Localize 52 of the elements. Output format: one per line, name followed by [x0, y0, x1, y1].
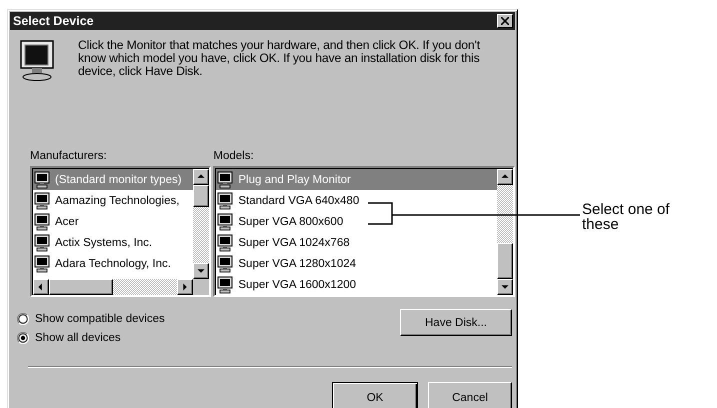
list-item[interactable]: Super VGA 800x600 — [216, 211, 497, 232]
scrollbar[interactable] — [497, 169, 513, 295]
monitor-icon — [20, 40, 54, 82]
scroll-thumb[interactable] — [193, 185, 210, 207]
scrollbar-corner — [193, 279, 210, 295]
scrollbar[interactable] — [193, 169, 210, 279]
scroll-up-button[interactable] — [497, 169, 513, 185]
monitor-icon — [217, 234, 234, 252]
scroll-down-button[interactable] — [497, 279, 513, 295]
list-item[interactable]: Super VGA 1024x768 — [216, 232, 497, 253]
list-item[interactable]: Super VGA 1600x1200 — [216, 274, 497, 295]
radio-button[interactable] — [17, 313, 29, 325]
list-item[interactable]: Plug and Play Monitor — [216, 169, 497, 190]
list-item[interactable]: (Standard monitor types) — [33, 169, 194, 190]
list-item[interactable]: Super VGA 1280x1024 — [216, 253, 497, 274]
monitor-icon — [217, 276, 234, 294]
close-button[interactable] — [497, 14, 513, 28]
list-box[interactable]: (Standard monitor types) Aamazing Technologies, Acer Actix Systems, Inc. Adara Technology, Inc. — [30, 166, 212, 297]
radio-label[interactable]: Show all devices — [35, 332, 121, 344]
scroll-right-button[interactable] — [177, 279, 194, 295]
list-item[interactable]: Acer — [33, 211, 194, 232]
scroll-left-button[interactable] — [33, 279, 49, 295]
scroll-down-button[interactable] — [193, 263, 210, 279]
window-title: Select Device — [13, 14, 94, 28]
list-item[interactable]: Adara Technology, Inc. — [33, 253, 194, 274]
list-item[interactable]: Actix Systems, Inc. — [33, 232, 194, 253]
monitor-icon — [34, 212, 50, 230]
callout-text: Select one of these — [582, 202, 671, 232]
monitor-icon — [217, 192, 234, 210]
monitor-icon — [34, 170, 50, 188]
scroll-thumb[interactable] — [49, 279, 114, 295]
dialog-button[interactable]: Cancel — [428, 382, 512, 408]
monitor-icon — [34, 234, 50, 252]
scrollbar[interactable] — [33, 279, 194, 295]
scroll-thumb[interactable] — [497, 243, 513, 279]
have-disk-button[interactable]: Have Disk... — [400, 309, 512, 336]
monitor-icon — [217, 212, 234, 230]
monitor-icon — [217, 170, 234, 188]
radio-label[interactable]: Show compatible devices — [35, 313, 165, 325]
close-icon — [501, 17, 509, 25]
monitor-icon — [34, 192, 50, 210]
list-box[interactable]: Plug and Play Monitor Standard VGA 640x480 Super VGA 800x600 Super VGA 1024x768 Super VGA 1280x1024 Super VGA 1600x1200 — [213, 166, 515, 297]
list-label: Models: — [213, 149, 255, 163]
list-label: Manufacturers: — [30, 149, 108, 163]
radio-button[interactable] — [17, 332, 29, 344]
list-item[interactable]: Standard VGA 640x480 — [216, 190, 497, 211]
scroll-up-button[interactable] — [193, 169, 210, 185]
list-item[interactable]: Aamazing Technologies, — [33, 190, 194, 211]
monitor-icon — [34, 254, 50, 272]
monitor-icon — [217, 254, 234, 272]
instruction-text: Click the Monitor that matches your hardware, and then click OK. If you don't know which model you have, click OK. If you have an installation disk for this device, click Have Disk. — [78, 39, 481, 80]
dialog-button[interactable]: OK — [332, 382, 418, 408]
